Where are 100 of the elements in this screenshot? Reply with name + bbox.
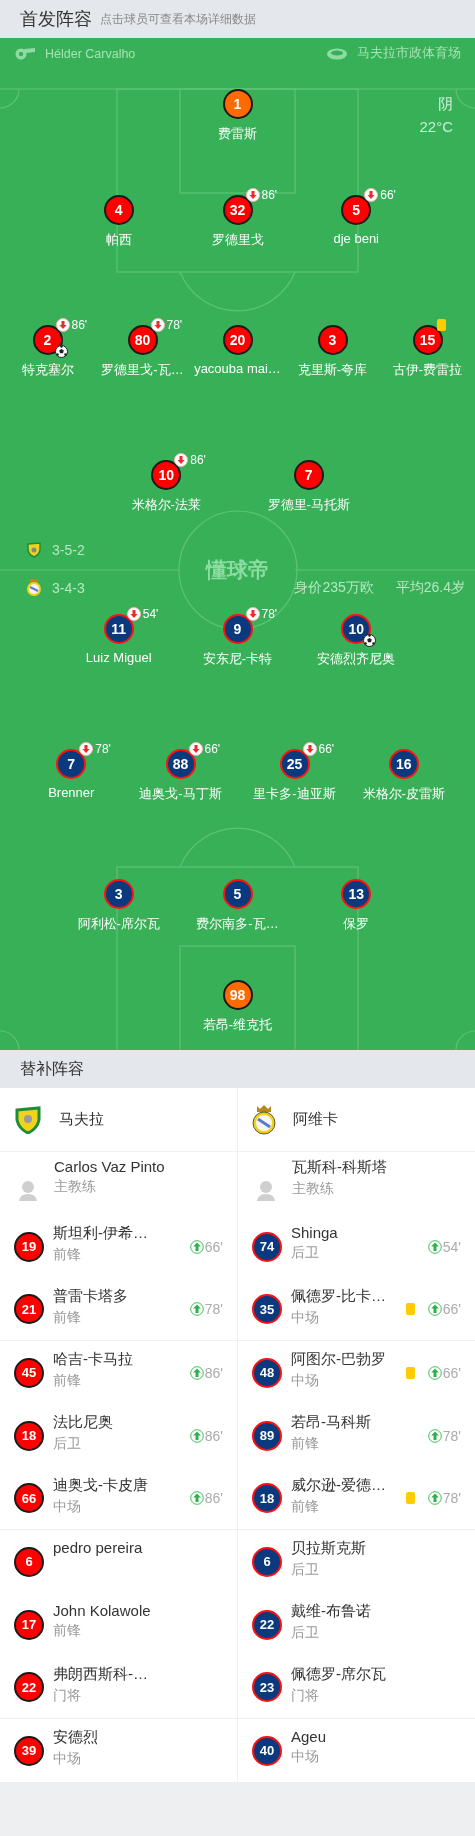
player-number: 19: [14, 1231, 44, 1262]
team-crest-icon: [26, 579, 42, 597]
player-name[interactable]: 安东尼-卡特: [202, 650, 273, 668]
player-name[interactable]: Luiz Miguel: [85, 650, 152, 665]
substitution-on-icon: [189, 1239, 204, 1254]
player-number: 48: [252, 1357, 282, 1388]
player-name[interactable]: 罗德里戈-瓦…: [101, 361, 184, 379]
player-number[interactable]: 13: [341, 879, 372, 909]
player-name[interactable]: 普雷卡塔多: [53, 1287, 128, 1306]
formation-text: 3-4-3: [52, 580, 85, 596]
player-number[interactable]: 5: [341, 195, 372, 225]
substitution-minute: 78': [442, 1427, 461, 1444]
player-name[interactable]: 哈吉-卡马拉: [53, 1350, 133, 1369]
player-number[interactable]: 32: [222, 195, 253, 225]
coach-name: 瓦斯科-科斯塔: [292, 1158, 387, 1177]
player-name[interactable]: 克里斯-夸库: [297, 361, 368, 379]
player-number[interactable]: 11: [103, 614, 134, 644]
player-number[interactable]: 5: [222, 879, 253, 909]
player-position: 后卫: [291, 1561, 320, 1579]
player-number[interactable]: 4: [103, 195, 134, 225]
player-number[interactable]: 20: [222, 325, 253, 355]
player-name[interactable]: 若昂-维克托: [202, 1016, 273, 1034]
player-number[interactable]: 10: [341, 614, 372, 644]
player-name[interactable]: pedro pereira: [53, 1539, 143, 1556]
player-name[interactable]: Shinga: [291, 1224, 338, 1241]
player-name[interactable]: 费雷斯: [218, 125, 257, 143]
substitution-minute: 78': [261, 607, 278, 621]
player-name[interactable]: 弗朗西斯科-…: [53, 1665, 148, 1684]
player-number[interactable]: 2: [32, 325, 63, 355]
player-name[interactable]: 里卡多-迪亚斯: [253, 785, 336, 803]
player-name[interactable]: 法比尼奥: [53, 1413, 113, 1432]
player-name[interactable]: 戴维-布鲁诺: [291, 1602, 371, 1621]
substitution-minute: 54': [142, 607, 159, 621]
player-number: 45: [14, 1357, 44, 1388]
player-number[interactable]: 7: [293, 460, 324, 490]
player-number[interactable]: 1: [222, 89, 253, 119]
player-number[interactable]: 7: [56, 749, 87, 779]
player-name[interactable]: 古伊-费雷拉: [392, 361, 463, 379]
player-name[interactable]: 贝拉斯克斯: [291, 1539, 366, 1558]
player-name[interactable]: 罗德里戈: [211, 231, 264, 249]
player-number[interactable]: 3: [103, 879, 134, 909]
player-number[interactable]: 3: [317, 325, 348, 355]
player-name[interactable]: 阿利松-席尔瓦: [77, 915, 160, 933]
section-title: 首发阵容: [20, 8, 92, 31]
player-name[interactable]: dje beni: [333, 231, 379, 246]
substitution-minute: 54': [442, 1238, 461, 1255]
player-number[interactable]: 88: [165, 749, 196, 779]
player-name[interactable]: John Kolawole: [53, 1602, 151, 1619]
player-name[interactable]: 米格尔-皮雷斯: [362, 785, 445, 803]
player-name[interactable]: 米格尔-法莱: [131, 496, 201, 514]
player-name[interactable]: 佩德罗-席尔瓦: [291, 1665, 386, 1684]
player-number[interactable]: 16: [388, 749, 419, 779]
player-name[interactable]: 斯坦利-伊希…: [53, 1224, 148, 1243]
player-name[interactable]: 威尔逊-爱德…: [291, 1476, 386, 1495]
player-number[interactable]: 25: [279, 749, 310, 779]
player-name[interactable]: 阿图尔-巴勃罗: [291, 1350, 386, 1369]
player-number: 22: [252, 1609, 282, 1640]
player-position: 后卫: [291, 1624, 320, 1642]
player-number: 18: [14, 1420, 44, 1451]
player-number: 66: [14, 1483, 44, 1513]
substitution-minute: 78': [166, 318, 183, 332]
player-number: 6: [252, 1546, 282, 1577]
substitution-off-icon: [302, 742, 317, 756]
player-name[interactable]: 安德烈: [53, 1728, 98, 1747]
player-name[interactable]: yacouba mai…: [194, 361, 281, 376]
player-name[interactable]: 迪奥戈-马丁斯: [139, 785, 222, 803]
player-name[interactable]: 罗德里-马托斯: [267, 496, 350, 514]
substitution-minute: 78': [95, 742, 111, 756]
substitution-minute: 86': [190, 453, 206, 467]
formation-text: 3-5-2: [52, 542, 85, 558]
referee-name: Hélder Carvalho: [45, 46, 136, 61]
player-number[interactable]: 80: [127, 325, 158, 355]
substitution-minute: 66': [204, 1238, 223, 1255]
player-number: 23: [252, 1672, 282, 1702]
player-name[interactable]: 佩德罗-比卡…: [291, 1287, 386, 1306]
player-number[interactable]: 10: [151, 460, 182, 490]
player-name[interactable]: Brenner: [48, 785, 95, 800]
player-number[interactable]: 98: [222, 980, 253, 1010]
player-name[interactable]: 帕西: [105, 231, 132, 249]
player-name[interactable]: Ageu: [291, 1728, 327, 1745]
player-number: 21: [14, 1294, 44, 1324]
substitution-on-icon: [189, 1428, 204, 1443]
team-crest-icon: [26, 542, 42, 558]
player-number[interactable]: 15: [412, 325, 443, 355]
substitution-on-icon: [427, 1302, 442, 1316]
pitch-logo: 懂球帝: [206, 557, 269, 583]
substitution-minute: 66': [380, 188, 396, 202]
coach-role: 主教练: [292, 1180, 335, 1198]
player-name[interactable]: 保罗: [343, 915, 370, 933]
team-crest-icon: [14, 1105, 42, 1134]
player-number[interactable]: 9: [222, 614, 253, 644]
player-name[interactable]: 费尔南多-瓦…: [196, 915, 279, 933]
player-name[interactable]: 迪奥戈-卡皮唐: [53, 1476, 148, 1495]
player-name[interactable]: 安德烈齐尼奥: [317, 650, 396, 668]
player-name[interactable]: 若昂-马科斯: [291, 1413, 371, 1432]
player-position: 前锋: [53, 1622, 82, 1640]
player-name[interactable]: 特克塞尔: [21, 361, 74, 379]
average-age-text: 平均26.4岁: [395, 579, 465, 597]
team-name: 阿维卡: [293, 1110, 338, 1129]
substitution-off-icon: [245, 188, 260, 202]
